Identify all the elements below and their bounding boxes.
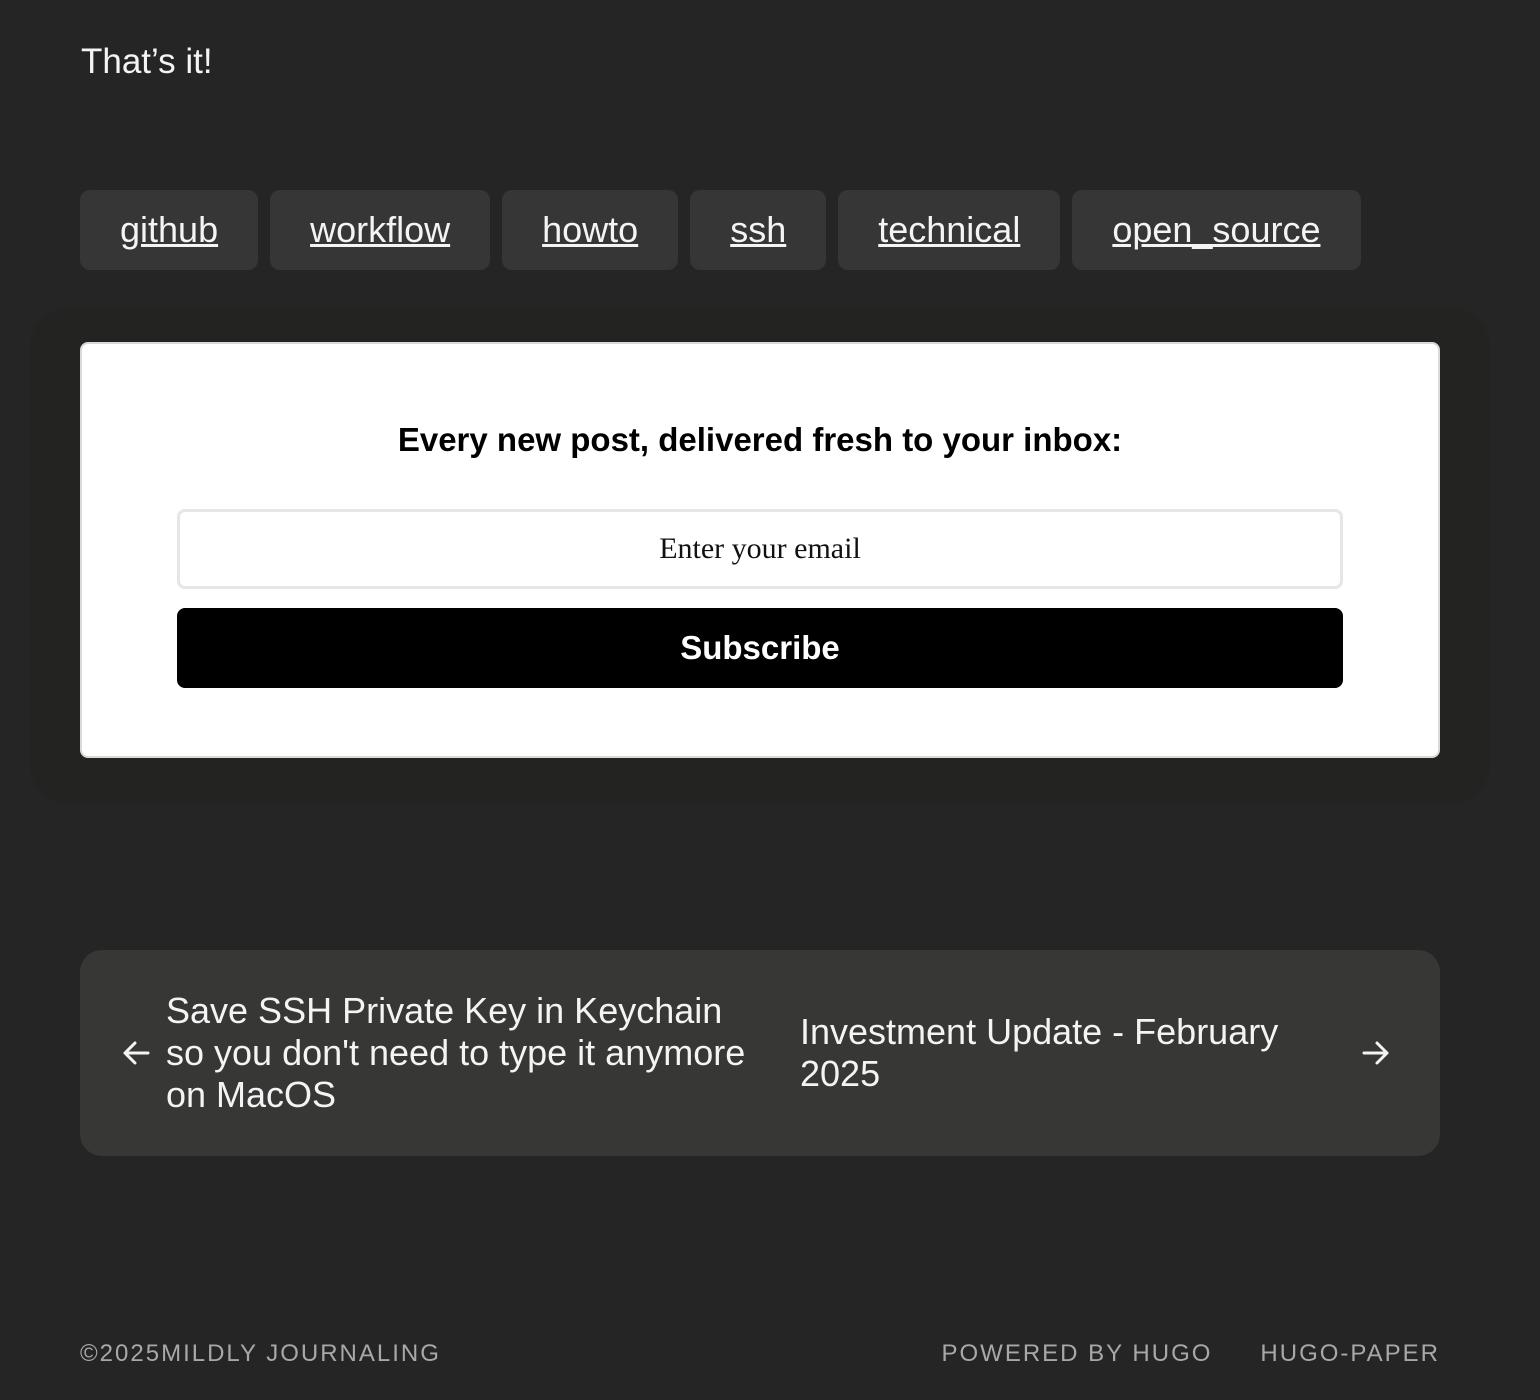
subscribe-button[interactable]: Subscribe [177,608,1343,688]
post-navigation: Save SSH Private Key in Keychain so you … [80,950,1440,1156]
site-footer: ©2025MILDLY JOURNALING POWERED BY HUGO H… [80,1340,1440,1370]
tag-list: github workflow howto ssh technical open… [80,190,1361,270]
powered-by-hugo-link[interactable]: POWERED BY HUGO [941,1340,1212,1368]
tag-ssh[interactable]: ssh [690,190,827,270]
arrow-left-icon [123,1041,150,1065]
tag-technical[interactable]: technical [838,190,1061,270]
subscribe-card: Every new post, delivered fresh to your … [80,342,1440,758]
tag-workflow[interactable]: workflow [270,190,491,270]
arrow-right-icon [1362,1041,1389,1065]
tag-howto[interactable]: howto [502,190,679,270]
subscribe-heading: Every new post, delivered fresh to your … [397,421,1123,458]
next-post-title: Investment Update - February 2025 [800,1011,1279,1094]
email-input[interactable] [177,509,1343,589]
copyright-text: ©2025MILDLY JOURNALING [80,1340,441,1367]
closing-text: That’s it! [81,42,213,81]
previous-post-title: Save SSH Private Key in Keychain so you … [166,990,746,1115]
hugo-paper-link[interactable]: HUGO-PAPER [1260,1340,1440,1368]
footer-links: POWERED BY HUGO HUGO-PAPER [941,1340,1440,1368]
previous-post-link[interactable]: Save SSH Private Key in Keychain so you … [120,950,760,1156]
tag-github[interactable]: github [80,190,259,270]
next-post-link[interactable]: Investment Update - February 2025 [800,950,1400,1156]
tag-open-source[interactable]: open_source [1072,190,1361,270]
